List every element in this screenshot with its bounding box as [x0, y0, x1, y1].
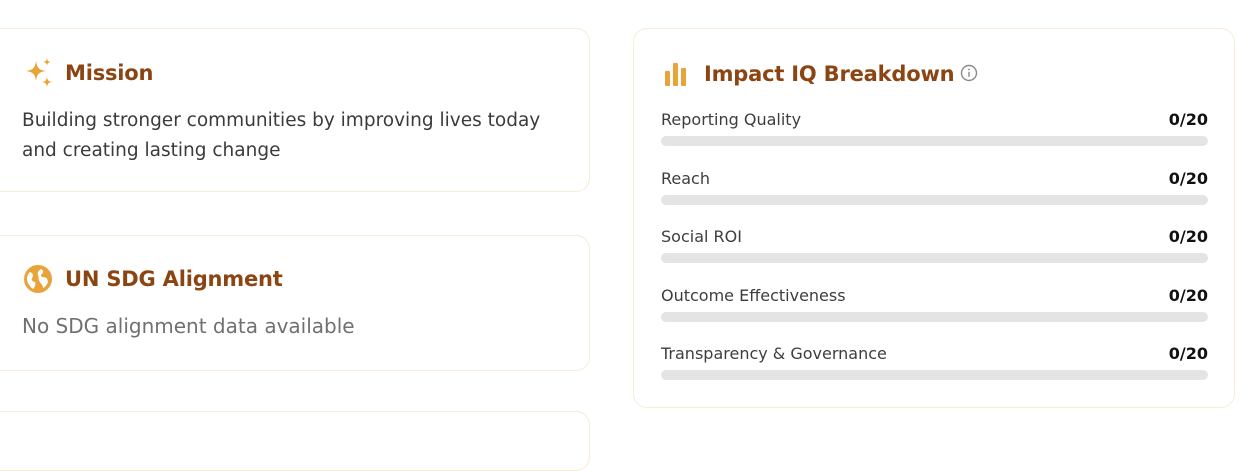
metric-score: 0/20 — [1168, 285, 1208, 305]
metric-transparency-governance: Transparency & Governance 0/20 — [661, 343, 1208, 383]
metric-label: Transparency & Governance — [661, 343, 887, 363]
metric-label: Outcome Effectiveness — [661, 285, 846, 305]
impact-iq-card: Impact IQ Breakdown Reporting Quality 0/… — [633, 28, 1235, 408]
metric-score: 0/20 — [1168, 168, 1208, 188]
metric-progress-track — [661, 136, 1208, 146]
impact-iq-title: Impact IQ Breakdown — [704, 62, 955, 86]
metric-score: 0/20 — [1168, 343, 1208, 363]
sparkles-icon — [23, 57, 55, 89]
metric-score: 0/20 — [1168, 226, 1208, 246]
info-icon[interactable] — [960, 64, 978, 82]
metric-progress-track — [661, 253, 1208, 263]
sdg-empty-text: No SDG alignment data available — [22, 314, 355, 338]
metric-progress-track — [661, 312, 1208, 322]
mission-text: Building stronger communities by improvi… — [22, 110, 541, 161]
globe-icon — [23, 264, 53, 294]
metric-label: Reach — [661, 168, 710, 188]
next-card — [0, 411, 590, 471]
mission-card: Mission Building stronger communities by… — [0, 28, 590, 192]
impact-iq-header: Impact IQ Breakdown — [662, 59, 978, 89]
sdg-header: UN SDG Alignment — [23, 264, 283, 294]
sdg-title: UN SDG Alignment — [65, 267, 283, 291]
metric-label: Social ROI — [661, 226, 742, 246]
bar-chart-icon — [662, 59, 692, 89]
metric-social-roi: Social ROI 0/20 — [661, 226, 1208, 266]
metric-progress-track — [661, 195, 1208, 205]
mission-title: Mission — [65, 61, 154, 85]
metric-progress-track — [661, 370, 1208, 380]
metric-reporting-quality: Reporting Quality 0/20 — [661, 109, 1208, 149]
metric-label: Reporting Quality — [661, 109, 802, 129]
sdg-card: UN SDG Alignment No SDG alignment data a… — [0, 235, 590, 371]
metric-outcome-effectiveness: Outcome Effectiveness 0/20 — [661, 285, 1208, 325]
metric-reach: Reach 0/20 — [661, 168, 1208, 208]
mission-header: Mission — [23, 57, 153, 89]
metric-score: 0/20 — [1168, 109, 1208, 129]
